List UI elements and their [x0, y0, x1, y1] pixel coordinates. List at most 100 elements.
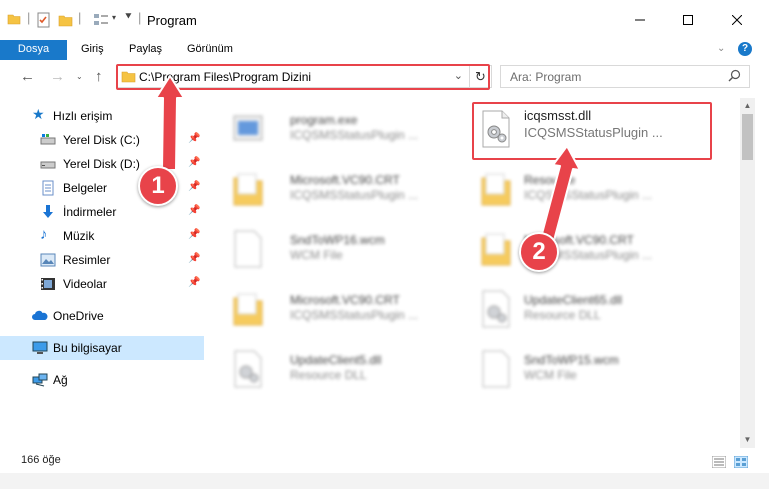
file-type: ICQSMSStatusPlugin ... — [290, 188, 419, 202]
file-name: UpdateClient65.dll — [524, 293, 623, 307]
file-item[interactable]: Microsoft.VC90.CRT ICQSMSStatusPlugin ..… — [224, 162, 464, 210]
refresh-icon: ↻ — [475, 69, 486, 84]
status-bar: 166 öğe — [0, 448, 769, 473]
nav-label: Bu bilgisayar — [53, 341, 122, 355]
nav-quick-access[interactable]: ★ Hızlı erişim — [0, 104, 204, 128]
search-input[interactable]: Ara: Program — [500, 65, 750, 88]
minimize-icon — [635, 19, 645, 21]
chevron-down-icon[interactable]: ⌄ — [717, 43, 725, 54]
recent-locations-chevron-icon[interactable]: ⌄ — [76, 72, 83, 81]
file-item[interactable]: Microsoft.VC90.CRT ICQSMSStatusPlugin ..… — [224, 282, 464, 330]
folder-icon — [233, 173, 263, 206]
chevron-down-icon[interactable]: ▾ — [112, 13, 116, 22]
nav-label: Müzik — [63, 229, 95, 243]
cloud-icon — [32, 310, 48, 320]
nav-label: Ağ — [53, 373, 68, 387]
file-item[interactable]: Microsoft.VC90.CRT ICQSMSStatusPlugin ..… — [472, 222, 712, 270]
bottom-strip — [0, 473, 769, 489]
chevron-down-icon[interactable]: ⌄ — [454, 69, 463, 82]
file-type: Resource DLL — [290, 368, 367, 382]
tab-giris[interactable]: Giriş — [81, 40, 104, 60]
close-icon — [732, 15, 742, 25]
separator: | — [27, 10, 31, 25]
folder-icon — [233, 293, 263, 326]
nav-label: İndirmeler — [63, 205, 117, 219]
view-options-icon[interactable] — [93, 12, 111, 28]
scroll-up-icon[interactable]: ▲ — [740, 98, 755, 114]
drive-icon — [40, 134, 56, 145]
tab-paylas[interactable]: Paylaş — [129, 40, 162, 60]
tiles-view-icon[interactable] — [734, 456, 748, 468]
file-list: program.exe ICQSMSStatusPlugin ... icqsm… — [204, 98, 740, 448]
file-item[interactable]: UpdateClient5.dll Resource DLL — [224, 342, 464, 390]
nav-item-muzik[interactable]: ♪ Müzik 📌 — [0, 224, 204, 248]
star-icon: ★ — [32, 106, 45, 122]
nav-item-yerel-disk-c[interactable]: Yerel Disk (C:) 📌 — [0, 128, 204, 152]
file-name: SndToWP15.wcm — [524, 353, 619, 367]
title-bar: | | ▾ ⯆ | Program — [0, 0, 769, 40]
nav-label: Belgeler — [63, 181, 108, 195]
file-type: ICQSMSStatusPlugin ... — [290, 128, 419, 142]
file-item[interactable]: SndToWP15.wcm WCM File — [472, 342, 712, 390]
folder-icon — [481, 173, 511, 206]
pin-icon[interactable]: 📌 — [188, 133, 200, 144]
tab-dosya[interactable]: Dosya — [0, 40, 67, 60]
file-item[interactable]: Resource ICQSMSStatusPlugin ... — [472, 162, 712, 210]
refresh-button[interactable]: ↻ — [470, 65, 492, 88]
step-2-badge: 2 — [519, 232, 559, 272]
tab-gorunum[interactable]: Görünüm — [187, 40, 233, 60]
separator: | — [138, 10, 142, 25]
maximize-button[interactable] — [664, 0, 712, 40]
pin-icon[interactable]: 📌 — [188, 205, 200, 216]
pin-icon[interactable]: 📌 — [188, 157, 200, 168]
step-1-badge: 1 — [138, 166, 178, 206]
network-icon — [32, 373, 48, 387]
file-name: Resource — [524, 173, 576, 187]
scroll-thumb[interactable] — [742, 114, 753, 160]
help-icon[interactable]: ? — [738, 42, 752, 56]
properties-icon[interactable] — [36, 12, 52, 28]
details-view-icon[interactable] — [712, 456, 726, 468]
vertical-scrollbar[interactable]: ▲ ▼ — [740, 98, 755, 448]
pin-icon[interactable]: 📌 — [188, 277, 200, 288]
nav-label: Resimler — [63, 253, 111, 267]
pin-icon[interactable]: 📌 — [188, 229, 200, 240]
back-icon[interactable]: ← — [20, 68, 35, 85]
pin-icon[interactable]: 📌 — [188, 181, 200, 192]
file-item[interactable]: UpdateClient65.dll Resource DLL — [472, 282, 712, 330]
address-bar[interactable]: C:\Program Files\Program Dizini ⌄ — [116, 65, 470, 88]
nav-item-videolar[interactable]: Videolar 📌 — [0, 272, 204, 296]
file-name: Microsoft.VC90.CRT — [290, 293, 400, 307]
executable-icon — [233, 115, 263, 141]
scroll-down-icon[interactable]: ▼ — [740, 432, 755, 448]
new-folder-icon[interactable] — [58, 12, 74, 28]
nav-item-resimler[interactable]: Resimler 📌 — [0, 248, 204, 272]
file-type: WCM File — [524, 368, 577, 382]
address-path: C:\Program Files\Program Dizini — [139, 70, 312, 84]
minimize-button[interactable] — [616, 0, 664, 40]
forward-icon[interactable]: → — [50, 68, 65, 85]
pin-icon[interactable]: 📌 — [188, 253, 200, 264]
customize-toolbar-icon[interactable]: ⯆ — [124, 11, 133, 24]
close-button[interactable] — [713, 0, 761, 40]
folder-icon[interactable] — [7, 12, 21, 26]
folder-icon — [121, 71, 136, 83]
file-name: Microsoft.VC90.CRT — [290, 173, 400, 187]
file-type: ICQSMSStatusPlugin ... — [524, 188, 653, 202]
nav-this-pc[interactable]: Bu bilgisayar — [0, 336, 204, 360]
search-placeholder: Ara: Program — [510, 70, 582, 84]
nav-onedrive[interactable]: OneDrive — [0, 304, 204, 328]
nav-label: Hızlı erişim — [53, 109, 113, 123]
file-item[interactable]: SndToWP16.wcm WCM File — [224, 222, 464, 270]
item-count: 166 öğe — [21, 454, 61, 466]
up-icon[interactable]: ↑ — [95, 68, 103, 85]
music-icon: ♪ — [40, 226, 48, 243]
pictures-icon — [40, 253, 56, 267]
dll-file-icon — [234, 350, 262, 388]
nav-label: Videolar — [63, 277, 107, 291]
file-item[interactable]: program.exe ICQSMSStatusPlugin ... — [224, 102, 464, 150]
file-item-icqsmsst-dll[interactable]: icqsmsst.dll ICQSMSStatusPlugin ... — [472, 102, 712, 150]
nav-item-indirmeler[interactable]: İndirmeler 📌 — [0, 200, 204, 224]
window-title: Program — [147, 13, 197, 28]
nav-network[interactable]: Ağ — [0, 368, 204, 392]
